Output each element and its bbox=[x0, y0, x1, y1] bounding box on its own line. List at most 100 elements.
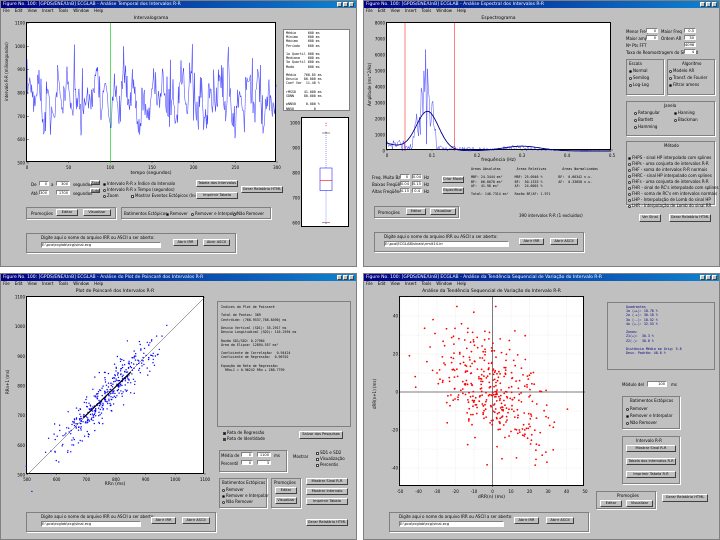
spectrum-axes[interactable]: 0 0.1 0.2 0.3 0.4 0.5 0 1000 2000 3000 4000 5000 600… bbox=[375, 21, 616, 159]
radio-rr-time[interactable]: Intervalo R-R x Tempo (segundos) bbox=[103, 187, 175, 192]
file-path-input[interactable]: E:\pca\ECGLAB\sinais\rrmit14.irr bbox=[384, 241, 509, 247]
menu-item-window[interactable]: Window bbox=[436, 8, 452, 13]
open-ascii-button[interactable]: Abrir ASCII bbox=[203, 239, 230, 246]
radio-win-hamming[interactable]: Hamming bbox=[634, 124, 657, 129]
lf-to[interactable]: 0.15 bbox=[412, 181, 422, 186]
close-button[interactable] bbox=[712, 275, 717, 280]
hf-from[interactable]: 0.15 bbox=[400, 188, 410, 193]
menu-item-view[interactable]: View bbox=[390, 281, 400, 286]
menu-item-tools[interactable]: Tools bbox=[58, 8, 68, 13]
radio-win-bartlett[interactable]: Bartlett bbox=[634, 117, 653, 122]
radio-zoom[interactable]: Zoom bbox=[103, 193, 119, 198]
print-table-button[interactable]: Imprimir Tabela bbox=[306, 498, 348, 505]
menu-item-tools[interactable]: Tools bbox=[421, 281, 431, 286]
radio-method-9[interactable]: LHR - Interpolação de Lomb do sinal RR bbox=[628, 203, 711, 208]
maximize-button[interactable] bbox=[706, 2, 711, 7]
module-input[interactable]: 100 bbox=[647, 381, 667, 387]
menu-item-help[interactable]: Help bbox=[94, 281, 103, 286]
html-report-button[interactable]: Gerar Relatório HTML bbox=[669, 214, 711, 222]
menu-item-view[interactable]: View bbox=[390, 8, 400, 13]
open-irr-button[interactable]: Abrir IRR bbox=[519, 238, 544, 245]
minimize-button[interactable] bbox=[337, 2, 342, 7]
menu-item-file[interactable]: File bbox=[3, 8, 10, 13]
menu-item-insert[interactable]: Insert bbox=[42, 281, 53, 286]
from-input[interactable]: 0 bbox=[39, 181, 49, 186]
radio-scale-loglog[interactable]: Log-Log bbox=[629, 82, 649, 87]
show-rr-button[interactable]: Mostrar Sinal R-R bbox=[306, 478, 348, 485]
radio-method-2[interactable]: FHPs - uma conjunta de intervalos R-R bbox=[628, 161, 709, 166]
radio-remove-interp[interactable]: Remover e Interpolar bbox=[626, 413, 672, 418]
open-ascii-button[interactable]: Abrir ASCII bbox=[550, 238, 578, 245]
view-signal-button[interactable]: Ver Sinal bbox=[639, 214, 661, 222]
rr-table-button[interactable]: Tabela dos Intervalos R-R bbox=[626, 458, 676, 465]
edit-button[interactable]: Editar bbox=[56, 209, 78, 216]
menu-item-insert[interactable]: Insert bbox=[42, 8, 53, 13]
max-amp-input[interactable]: 0 bbox=[646, 35, 658, 40]
check-percentile[interactable]: Percentis bbox=[316, 462, 338, 467]
edit-button[interactable]: Editar bbox=[275, 487, 297, 494]
radio-remove[interactable]: Remover bbox=[222, 487, 244, 492]
radio-win-hanning[interactable]: Hanning bbox=[674, 110, 695, 115]
hf-to[interactable]: 0.4 bbox=[412, 188, 422, 193]
specify-button[interactable]: Especificar bbox=[442, 187, 464, 194]
minimize-button[interactable] bbox=[700, 2, 705, 7]
trend-axes[interactable]: -50 -40 -30 -20 -10 0 10 20 30 40 50 -40 -20 0 20 40 bbox=[391, 296, 588, 494]
max-button[interactable]: Criar Maxima bbox=[442, 176, 464, 183]
radio-method-5[interactable]: FHFs - uma conjunta de intervalos R-R bbox=[628, 179, 709, 184]
maximize-button[interactable] bbox=[706, 275, 711, 280]
edit-button[interactable]: Editar bbox=[406, 208, 426, 215]
radio-rr-index[interactable]: Intervalo R-R x Índice do Intervalo bbox=[103, 181, 175, 186]
vlf-to[interactable]: 0.04 bbox=[412, 174, 422, 179]
file-path-input[interactable]: E:\pca\ecglab\ecg\sinal.ecg bbox=[41, 521, 141, 527]
menu-item-edit[interactable]: Edit bbox=[15, 8, 23, 13]
vlf-from[interactable]: 0 bbox=[400, 174, 410, 179]
show-rr-button[interactable]: Mostrar Sinal R-R bbox=[626, 445, 676, 452]
file-path-input[interactable]: E:\pca\ecglab\ecg\sinal.ecg bbox=[41, 242, 161, 248]
menu-item-edit[interactable]: Edit bbox=[15, 281, 23, 286]
radio-win-rect[interactable]: Retangular bbox=[634, 110, 660, 115]
radio-remove-interp[interactable]: Remover e Interpolar bbox=[191, 211, 237, 216]
radio-remove[interactable]: Remover bbox=[166, 211, 188, 216]
poincare-axes[interactable]: 500 600 700 800 900 1000 1100 500 600 700 800 900 10… bbox=[15, 295, 211, 493]
open-irr-button[interactable]: Abrir IRR bbox=[173, 239, 198, 246]
menu-item-insert[interactable]: Insert bbox=[405, 281, 416, 286]
minimize-button[interactable] bbox=[700, 275, 705, 280]
radio-no-remove[interactable]: Não Remover bbox=[626, 420, 657, 425]
check-view[interactable]: Visualização bbox=[316, 456, 345, 461]
menu-item-edit[interactable]: Edit bbox=[378, 8, 386, 13]
save-search-button[interactable]: Salvar dos Pesquisas bbox=[299, 431, 343, 439]
menu-item-edit[interactable]: Edit bbox=[378, 281, 386, 286]
ar-order-input[interactable]: 30 bbox=[684, 35, 696, 40]
menu-item-file[interactable]: File bbox=[366, 8, 373, 13]
check-sd[interactable]: SD1 e SD2 bbox=[316, 450, 341, 455]
print-table-button[interactable]: Imprimir Tabela bbox=[196, 192, 238, 199]
menu-item-tools[interactable]: Tools bbox=[421, 8, 431, 13]
radio-remove-interp[interactable]: Remover e Interpolar bbox=[222, 493, 268, 498]
ymax-input[interactable]: 1700 bbox=[56, 190, 70, 195]
radio-win-blackman[interactable]: Blackman bbox=[674, 117, 698, 122]
show-interval-button[interactable]: Mostrar Intervalo bbox=[306, 488, 348, 495]
view-button[interactable]: Visualizar bbox=[430, 208, 456, 215]
intervalogram-axes[interactable]: 0 50 100 150 200 250 300 500 600 700 800 900 1000 110… bbox=[15, 21, 281, 171]
auto-button[interactable]: Auto bbox=[90, 188, 100, 193]
close-button[interactable] bbox=[349, 2, 354, 7]
html-report-button[interactable]: Gerar Relatório HTML bbox=[306, 519, 348, 526]
menu-item-file[interactable]: File bbox=[3, 281, 10, 286]
pct-from[interactable]: 0 bbox=[241, 460, 253, 465]
resample-input[interactable]: 4 bbox=[684, 49, 696, 54]
maximize-button[interactable] bbox=[343, 2, 348, 7]
menu-item-insert[interactable]: Insert bbox=[405, 8, 416, 13]
menu-item-tools[interactable]: Tools bbox=[58, 281, 68, 286]
maximize-button[interactable] bbox=[343, 275, 348, 280]
view-button[interactable]: Visualizar bbox=[626, 500, 653, 507]
html-report-button[interactable]: Gerar Relatório HTML bbox=[662, 494, 708, 502]
view-button[interactable]: Visualizar bbox=[83, 209, 111, 216]
to-input[interactable]: 300 bbox=[56, 181, 70, 186]
radio-no-remove[interactable]: Não Remover bbox=[222, 499, 253, 504]
radio-alg-ar[interactable]: Modelo AR bbox=[669, 68, 694, 73]
pct-to[interactable]: 3 bbox=[257, 460, 271, 465]
view-button[interactable]: Visualizar bbox=[275, 497, 297, 504]
minimize-button[interactable] bbox=[337, 275, 342, 280]
max-freq-input[interactable]: 0.5 bbox=[684, 28, 696, 33]
menu-item-window[interactable]: Window bbox=[73, 8, 89, 13]
